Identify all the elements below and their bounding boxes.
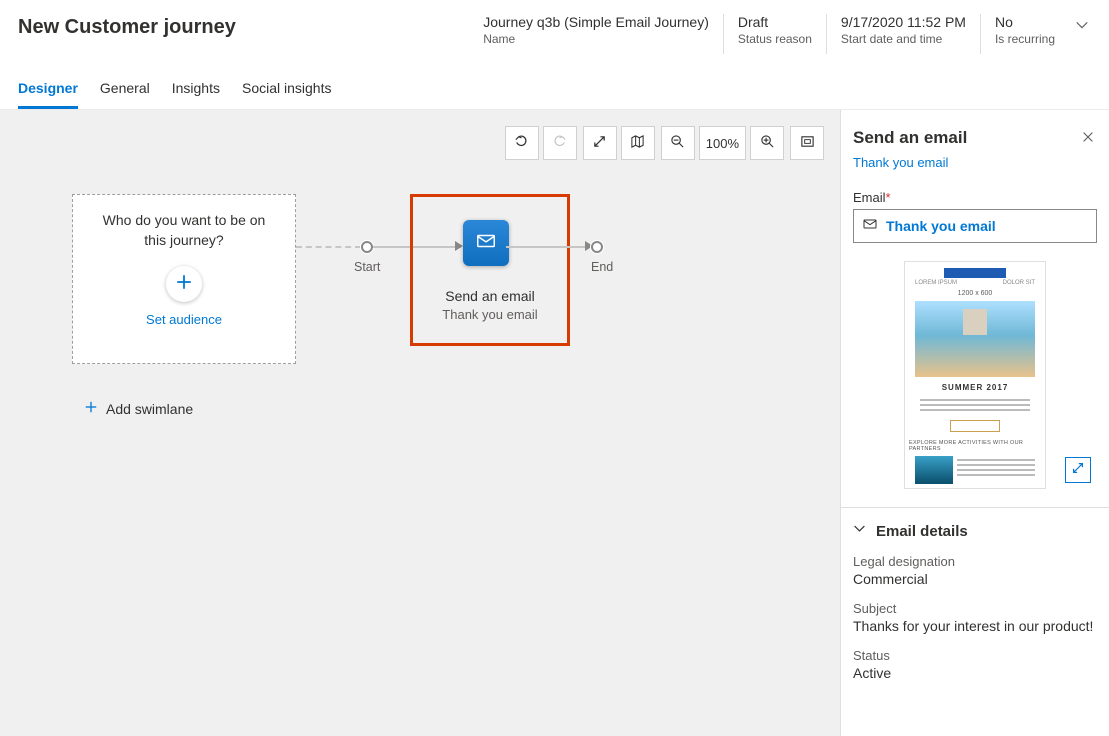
expand-icon bbox=[1071, 461, 1085, 480]
tab-insights[interactable]: Insights bbox=[172, 80, 220, 109]
legal-designation-value: Commercial bbox=[853, 571, 1097, 587]
email-lookup-field[interactable]: Thank you email bbox=[853, 209, 1097, 243]
preview-subcaption: EXPLORE MORE ACTIVITIES WITH OUR PARTNER… bbox=[909, 440, 1041, 452]
email-tile-title: Send an email bbox=[410, 288, 570, 304]
audience-prompt: Who do you want to be on this journey? bbox=[95, 211, 273, 250]
tab-general[interactable]: General bbox=[100, 80, 150, 109]
header-meta-group: Journey q3b (Simple Email Journey) Name … bbox=[469, 14, 1069, 54]
meta-start-value: 9/17/2020 11:52 PM bbox=[841, 14, 966, 30]
status-label: Status bbox=[853, 648, 1097, 663]
meta-recurring-value: No bbox=[995, 14, 1055, 30]
panel-title: Send an email bbox=[853, 128, 1079, 148]
subject-value: Thanks for your interest in our product! bbox=[853, 618, 1097, 634]
email-label-text: Email bbox=[853, 190, 886, 205]
email-details-title: Email details bbox=[876, 523, 968, 540]
mail-icon bbox=[862, 216, 878, 237]
email-tile[interactable] bbox=[463, 220, 509, 266]
email-field-label: Email* bbox=[853, 190, 1097, 205]
node-start-label: Start bbox=[354, 260, 380, 274]
meta-name-value: Journey q3b (Simple Email Journey) bbox=[483, 14, 709, 30]
required-indicator: * bbox=[886, 190, 891, 205]
preview-caption: SUMMER 2017 bbox=[942, 383, 1009, 392]
email-details-section-toggle[interactable]: Email details bbox=[853, 522, 1097, 540]
node-end[interactable] bbox=[591, 241, 603, 253]
panel-close-button[interactable] bbox=[1079, 128, 1097, 151]
properties-panel: Send an email Thank you email Email* Tha… bbox=[841, 110, 1109, 736]
meta-name: Journey q3b (Simple Email Journey) Name bbox=[469, 14, 723, 54]
chevron-down-icon bbox=[1075, 19, 1089, 36]
journey-diagram: Who do you want to be on this journey? S… bbox=[0, 110, 840, 736]
email-lookup-value: Thank you email bbox=[886, 218, 996, 234]
set-audience-link[interactable]: Set audience bbox=[85, 312, 283, 327]
email-tile-subtitle: Thank you email bbox=[410, 307, 570, 322]
meta-recurring: No Is recurring bbox=[980, 14, 1069, 54]
email-preview-thumbnail[interactable]: LOREM IPSUMDOLOR SIT 1200 x 600 SUMMER 2… bbox=[904, 261, 1046, 489]
divider bbox=[841, 507, 1109, 508]
meta-status-label: Status reason bbox=[738, 32, 812, 46]
designer-canvas[interactable]: 100% Who do you want to be on this journ… bbox=[0, 110, 841, 736]
plus-icon bbox=[84, 400, 98, 417]
edge-audience-start bbox=[296, 246, 361, 248]
close-icon bbox=[1081, 131, 1095, 148]
node-end-label: End bbox=[591, 260, 613, 274]
mail-icon bbox=[475, 230, 497, 257]
main-area: 100% Who do you want to be on this journ… bbox=[0, 110, 1109, 736]
subject-label: Subject bbox=[853, 601, 1097, 616]
meta-status: Draft Status reason bbox=[723, 14, 826, 54]
chevron-down-icon bbox=[853, 522, 866, 540]
meta-name-label: Name bbox=[483, 32, 709, 46]
legal-designation-label: Legal designation bbox=[853, 554, 1097, 569]
tab-designer[interactable]: Designer bbox=[18, 80, 78, 109]
meta-status-value: Draft bbox=[738, 14, 812, 30]
header-expand-button[interactable] bbox=[1069, 14, 1091, 37]
plus-icon bbox=[175, 273, 193, 296]
panel-email-link[interactable]: Thank you email bbox=[853, 155, 1097, 170]
add-swimlane-button[interactable]: Add swimlane bbox=[84, 400, 193, 417]
add-swimlane-label: Add swimlane bbox=[106, 401, 193, 417]
arrow-icon bbox=[455, 241, 463, 251]
node-start[interactable] bbox=[361, 241, 373, 253]
meta-start-label: Start date and time bbox=[841, 32, 966, 46]
page-header: New Customer journey Journey q3b (Simple… bbox=[0, 0, 1109, 54]
annotation-highlight bbox=[410, 194, 570, 346]
audience-placeholder[interactable]: Who do you want to be on this journey? S… bbox=[72, 194, 296, 364]
tab-bar: Designer General Insights Social insight… bbox=[0, 54, 1109, 110]
add-audience-button[interactable] bbox=[166, 266, 202, 302]
meta-recurring-label: Is recurring bbox=[995, 32, 1055, 46]
preview-expand-button[interactable] bbox=[1065, 457, 1091, 483]
tab-social-insights[interactable]: Social insights bbox=[242, 80, 332, 109]
edge-email-end bbox=[506, 246, 591, 248]
page-title: New Customer journey bbox=[18, 14, 236, 39]
edge-start-email bbox=[373, 246, 461, 248]
status-value: Active bbox=[853, 665, 1097, 681]
meta-start: 9/17/2020 11:52 PM Start date and time bbox=[826, 14, 980, 54]
